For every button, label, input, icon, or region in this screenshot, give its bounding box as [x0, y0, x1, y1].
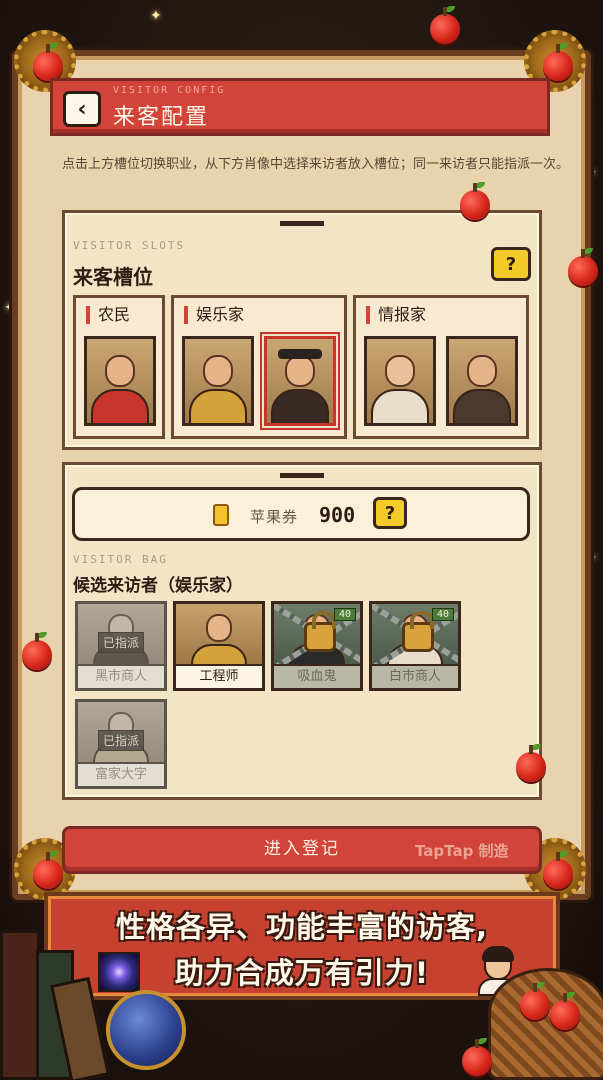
visitor-card[interactable]: 已指派 黑市商人 — [75, 601, 167, 691]
apple-icon — [543, 43, 573, 81]
slot-group-label: 娱乐家 — [184, 306, 244, 324]
visitor-portrait-old-woman[interactable] — [364, 336, 436, 426]
apple-icon — [33, 43, 63, 81]
visitor-name: 富家大字 — [78, 762, 164, 786]
apple-icon — [543, 851, 573, 889]
visitor-name: 工程师 — [176, 664, 262, 688]
sparkle: ✦ — [150, 8, 162, 24]
currency-label: 苹果券 — [250, 508, 299, 526]
slots-title: 来客槽位 — [73, 265, 153, 289]
currency-value: 900 — [319, 503, 356, 527]
drag-handle[interactable] — [280, 221, 324, 226]
level-badge: 40 — [333, 608, 356, 621]
apple-icon — [460, 182, 490, 220]
lock-icon — [304, 611, 336, 652]
globe-icon — [106, 990, 186, 1070]
slots-subtitle: VISITOR SLOTS — [73, 239, 186, 252]
slot-group-farmer[interactable]: 农民 — [73, 295, 165, 439]
header-bar: ‹ VISITOR CONFIG 来客配置 — [50, 78, 550, 136]
apple-icon — [568, 248, 598, 286]
visitor-name: 吸血鬼 — [274, 664, 360, 688]
currency-bar: 苹果券 900 ? — [72, 487, 530, 541]
slot-group-entertainer[interactable]: 娱乐家 — [171, 295, 347, 439]
page-title: 来客配置 — [113, 105, 210, 130]
book-decoration — [0, 930, 40, 1080]
visitor-portrait-entertainer[interactable] — [182, 336, 254, 426]
bag-subtitle: VISITOR BAG — [73, 553, 168, 566]
watermark: TapTap 制造 — [415, 842, 509, 860]
apple-icon — [520, 982, 550, 1020]
slot-group-label: 情报家 — [366, 306, 426, 324]
drag-handle[interactable] — [280, 473, 324, 478]
visitor-card[interactable]: 工程师 — [173, 601, 265, 691]
visitor-name: 白市商人 — [372, 664, 458, 688]
assigned-tag: 已指派 — [98, 632, 145, 653]
visitor-portrait-farmer[interactable] — [84, 336, 156, 426]
apple-icon — [462, 1038, 492, 1076]
visitor-card[interactable]: 已指派 富家大字 — [75, 699, 167, 789]
coupon-icon — [213, 504, 229, 526]
back-button[interactable]: ‹ — [63, 91, 101, 127]
slot-group-label: 农民 — [86, 306, 130, 324]
apple-basket-icon — [488, 968, 603, 1080]
visitor-slots-panel: VISITOR SLOTS 来客槽位 ? 农民 娱乐家 情报家 — [62, 210, 542, 450]
currency-help-button[interactable]: ? — [373, 497, 407, 529]
chevron-left-icon: ‹ — [77, 96, 87, 122]
promo-banner: 性格各异、功能丰富的访客, 助力合成万有引力! — [44, 892, 560, 1000]
visitor-portrait-old-man[interactable] — [446, 336, 518, 426]
visitor-portrait-hat-man[interactable] — [264, 336, 336, 426]
visitor-card[interactable]: 40 白市商人 — [369, 601, 461, 691]
apple-icon — [22, 632, 52, 670]
promo-line-1: 性格各异、功能丰富的访客, — [115, 910, 489, 944]
header-subtitle: VISITOR CONFIG — [113, 85, 226, 96]
lock-icon — [402, 611, 434, 652]
slot-group-informant[interactable]: 情报家 — [353, 295, 529, 439]
apple-icon — [550, 992, 580, 1030]
level-badge: 40 — [431, 608, 454, 621]
visitor-card[interactable]: 40 吸血鬼 — [271, 601, 363, 691]
assigned-tag: 已指派 — [98, 730, 145, 751]
visitor-name: 黑市商人 — [78, 664, 164, 688]
apple-icon — [516, 744, 546, 782]
instructions-text: 点击上方槽位切换职业，从下方肖像中选择来访者放入槽位；同一来访者只能指派一次。 — [62, 157, 570, 172]
bag-title: 候选来访者（娱乐家） — [73, 576, 243, 596]
apple-icon — [430, 6, 460, 44]
apple-icon — [33, 851, 63, 889]
slots-help-button[interactable]: ? — [491, 247, 531, 281]
